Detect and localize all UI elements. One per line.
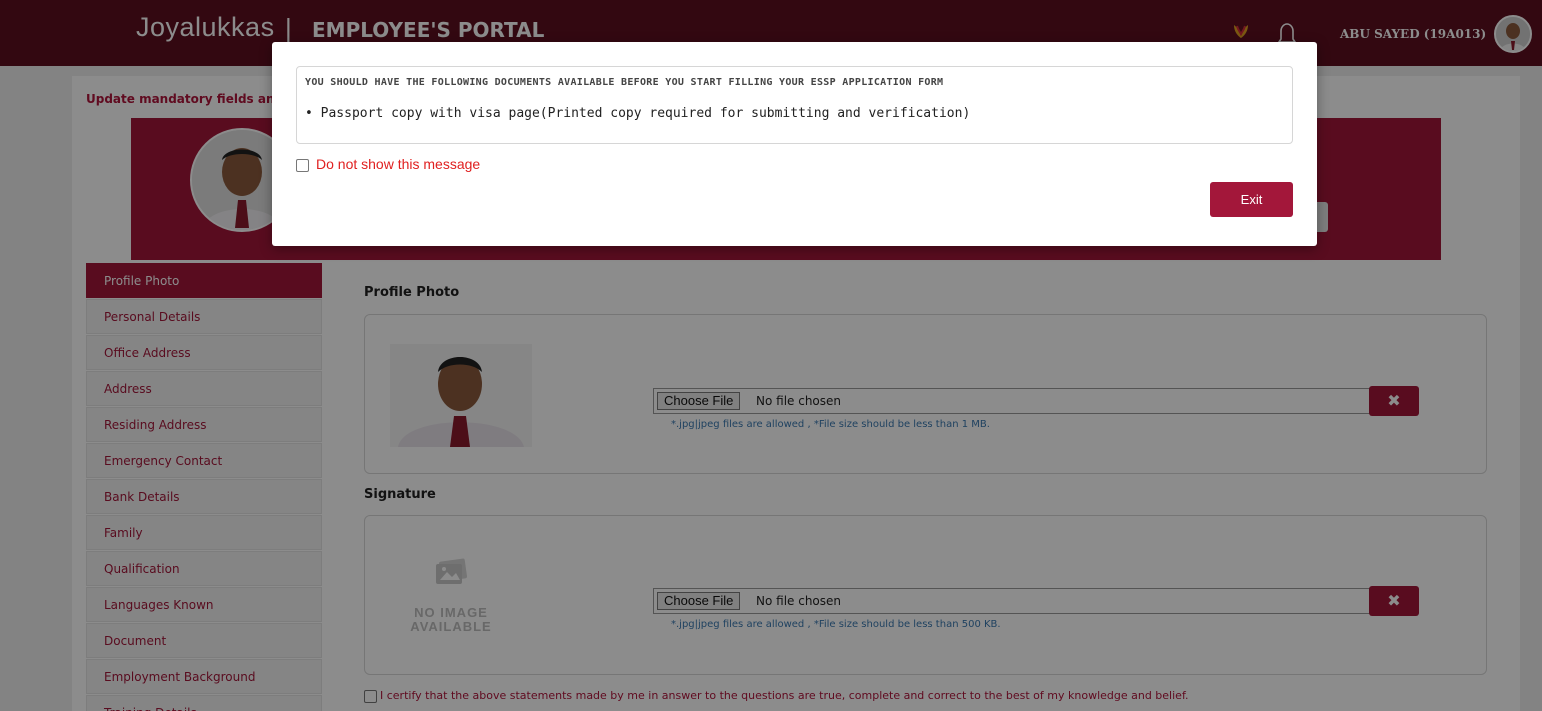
dont-show-checkbox[interactable] bbox=[296, 159, 309, 172]
notice-panel: YOU SHOULD HAVE THE FOLLOWING DOCUMENTS … bbox=[296, 66, 1293, 144]
notice-list-item: • Passport copy with visa page(Printed c… bbox=[305, 106, 971, 121]
dont-show-label[interactable]: Do not show this message bbox=[316, 156, 480, 172]
documents-notice-modal: YOU SHOULD HAVE THE FOLLOWING DOCUMENTS … bbox=[272, 42, 1317, 246]
notice-heading: YOU SHOULD HAVE THE FOLLOWING DOCUMENTS … bbox=[305, 77, 944, 88]
exit-button[interactable]: Exit bbox=[1210, 182, 1293, 217]
